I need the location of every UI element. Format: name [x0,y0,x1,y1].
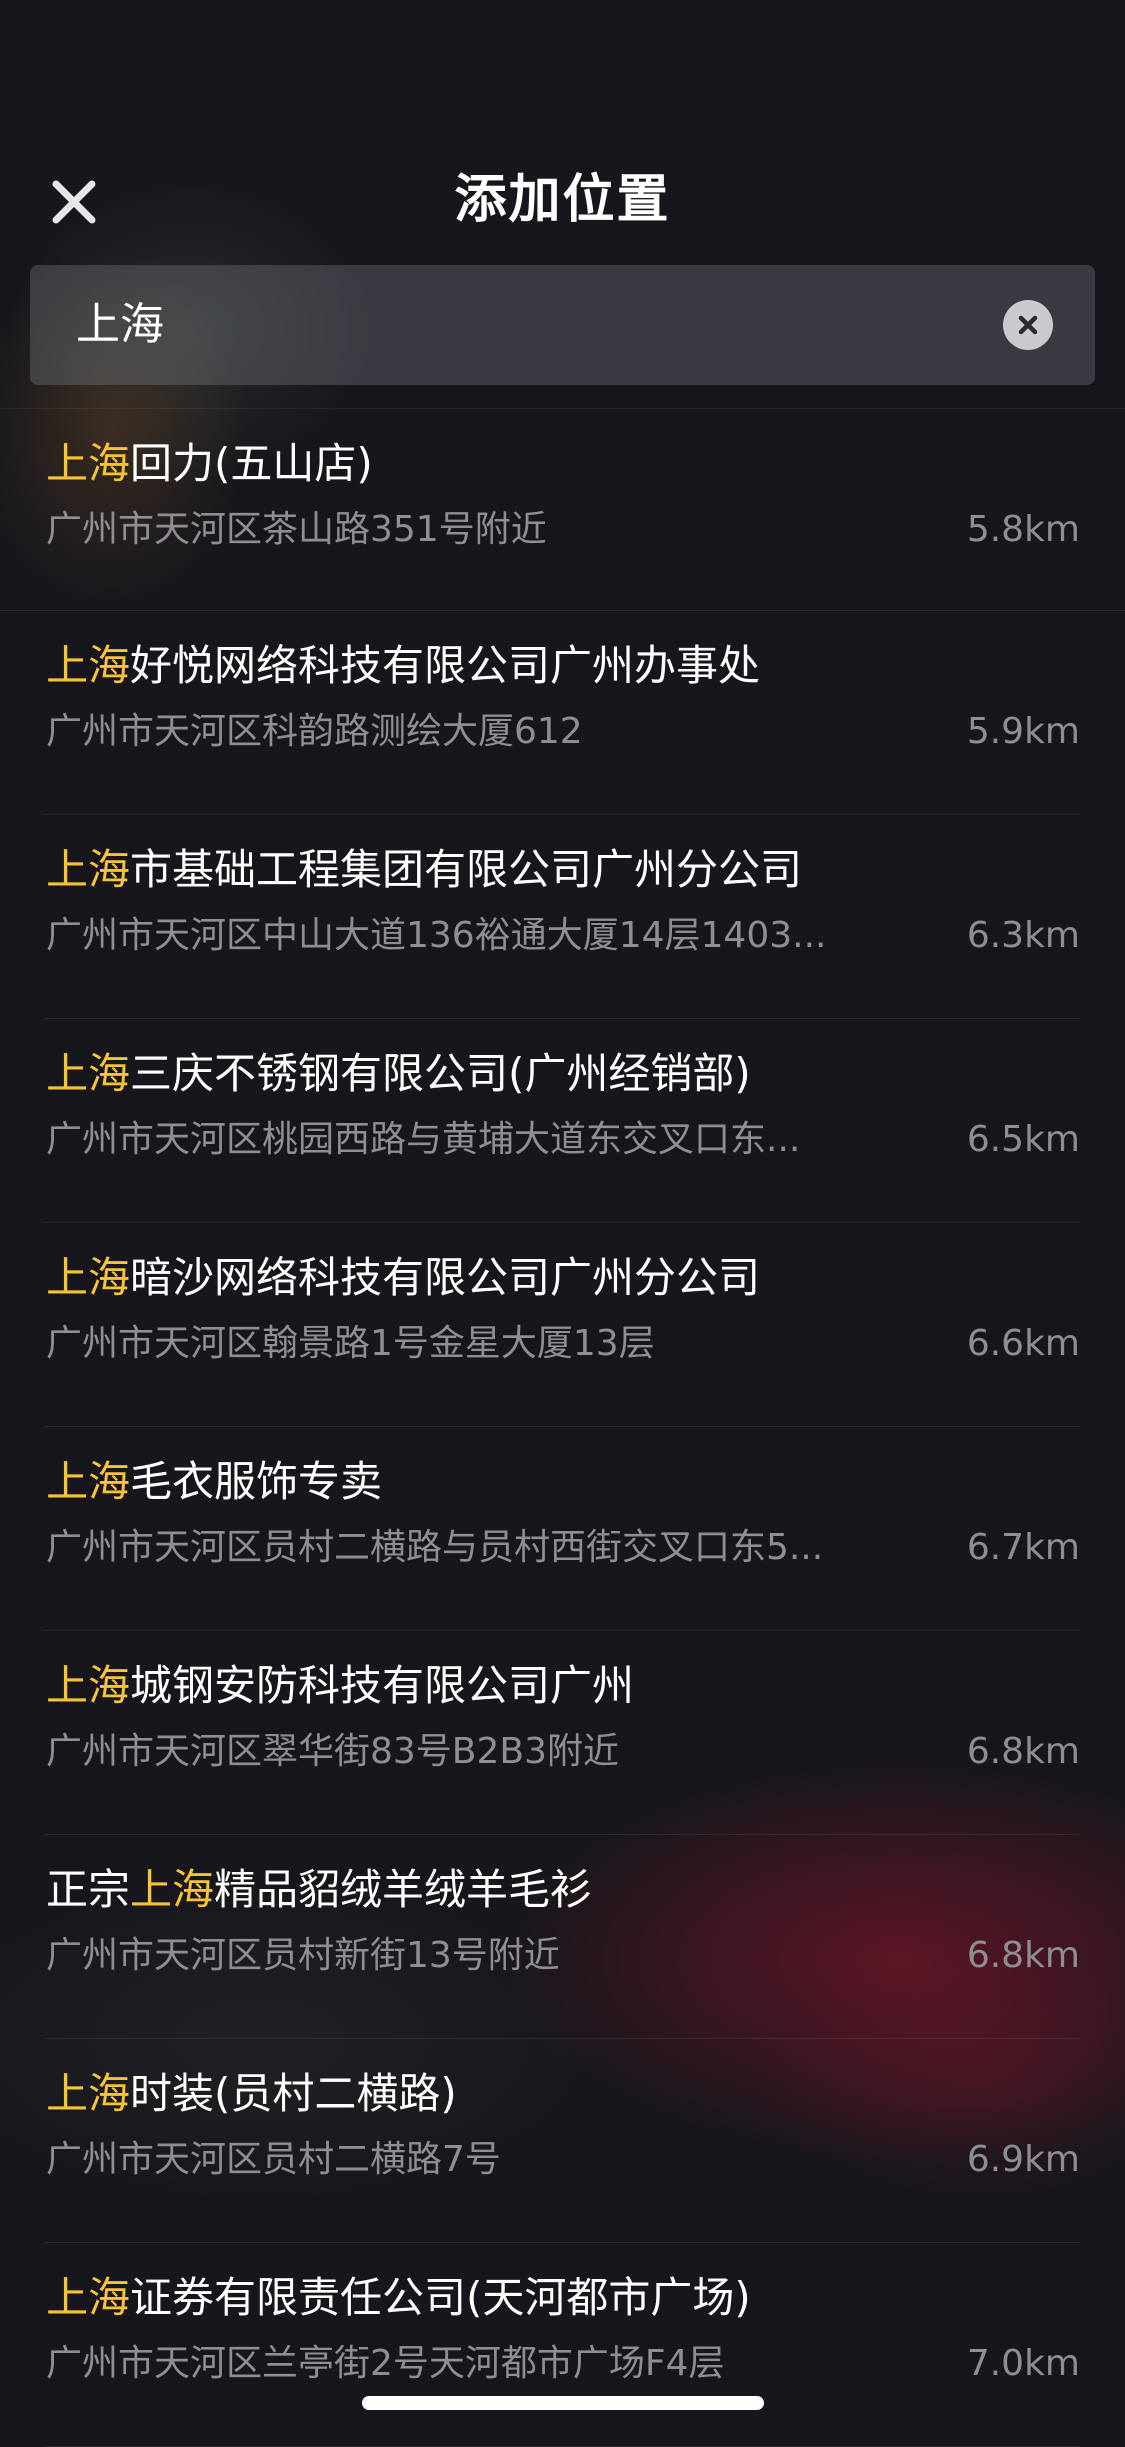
place-address: 广州市天河区翠华街83号B2B3附近 [46,1731,620,1772]
place-distance: 6.9km [966,2139,1080,2180]
place-distance: 6.3km [966,915,1080,956]
place-name: 上海三庆不锈钢有限公司(广州经销部) [46,1049,751,1098]
results-list: 上海回力(五山店) 广州市天河区茶山路351号附近 5.8km 上海好悦网络科技… [0,408,1125,2447]
clear-icon [1018,315,1038,335]
search-bar[interactable]: 上海 [30,265,1095,385]
place-address: 广州市天河区翰景路1号金星大厦13层 [46,1323,655,1364]
list-item[interactable]: 上海好悦网络科技有限公司广州办事处 广州市天河区科韵路测绘大厦612 5.9km [44,611,1080,815]
place-address: 广州市天河区兰亭街2号天河都市广场F4层 [46,2343,725,2384]
place-name: 上海证券有限责任公司(天河都市广场) [46,2273,751,2322]
place-address: 广州市天河区茶山路351号附近 [46,509,547,550]
search-input[interactable]: 上海 [76,265,164,385]
list-item[interactable]: 上海三庆不锈钢有限公司(广州经销部) 广州市天河区桃园西路与黄埔大道东交叉口东.… [44,1019,1080,1223]
place-distance: 6.7km [966,1527,1080,1568]
place-name: 上海时装(员村二横路) [46,2069,457,2118]
list-item[interactable]: 上海毛衣服饰专卖 广州市天河区员村二横路与员村西街交叉口东5... 6.7km [44,1427,1080,1631]
list-item[interactable]: 上海回力(五山店) 广州市天河区茶山路351号附近 5.8km [0,408,1125,611]
place-address: 广州市天河区员村二横路与员村西街交叉口东5... [46,1527,824,1568]
place-address: 广州市天河区员村二横路7号 [46,2139,501,2180]
place-name: 正宗上海精品貂绒羊绒羊毛衫 [46,1865,593,1914]
place-name: 上海城钢安防科技有限公司广州 [46,1661,635,1710]
list-item[interactable]: 上海暗沙网络科技有限公司广州分公司 广州市天河区翰景路1号金星大厦13层 6.6… [44,1223,1080,1427]
page-title: 添加位置 [454,170,671,230]
list-item[interactable]: 上海证券有限责任公司(天河都市广场) 广州市天河区兰亭街2号天河都市广场F4层 … [44,2243,1080,2447]
place-name: 上海好悦网络科技有限公司广州办事处 [46,641,761,690]
place-name: 上海暗沙网络科技有限公司广州分公司 [46,1253,761,1302]
clear-search-button[interactable] [1003,300,1053,350]
place-distance: 6.8km [966,1731,1080,1772]
header: 添加位置 [0,150,1125,250]
place-name: 上海回力(五山店) [46,439,373,488]
home-indicator[interactable] [362,2396,764,2410]
list-item[interactable]: 上海市基础工程集团有限公司广州分公司 广州市天河区中山大道136裕通大厦14层1… [44,815,1080,1019]
list-item[interactable]: 上海城钢安防科技有限公司广州 广州市天河区翠华街83号B2B3附近 6.8km [44,1631,1080,1835]
place-address: 广州市天河区桃园西路与黄埔大道东交叉口东... [46,1119,801,1160]
place-name: 上海毛衣服饰专卖 [46,1457,383,1506]
place-name: 上海市基础工程集团有限公司广州分公司 [46,845,803,894]
place-distance: 7.0km [966,2343,1080,2384]
place-distance: 6.5km [966,1119,1080,1160]
place-address: 广州市天河区员村新街13号附近 [46,1935,560,1976]
place-address: 广州市天河区中山大道136裕通大厦14层1403... [46,915,827,956]
place-address: 广州市天河区科韵路测绘大厦612 [46,711,583,752]
list-item[interactable]: 上海时装(员村二横路) 广州市天河区员村二横路7号 6.9km [44,2039,1080,2243]
place-distance: 5.9km [966,711,1080,752]
place-distance: 6.6km [966,1323,1080,1364]
list-item[interactable]: 正宗上海精品貂绒羊绒羊毛衫 广州市天河区员村新街13号附近 6.8km [44,1835,1080,2039]
place-distance: 5.8km [966,509,1080,550]
place-distance: 6.8km [966,1935,1080,1976]
